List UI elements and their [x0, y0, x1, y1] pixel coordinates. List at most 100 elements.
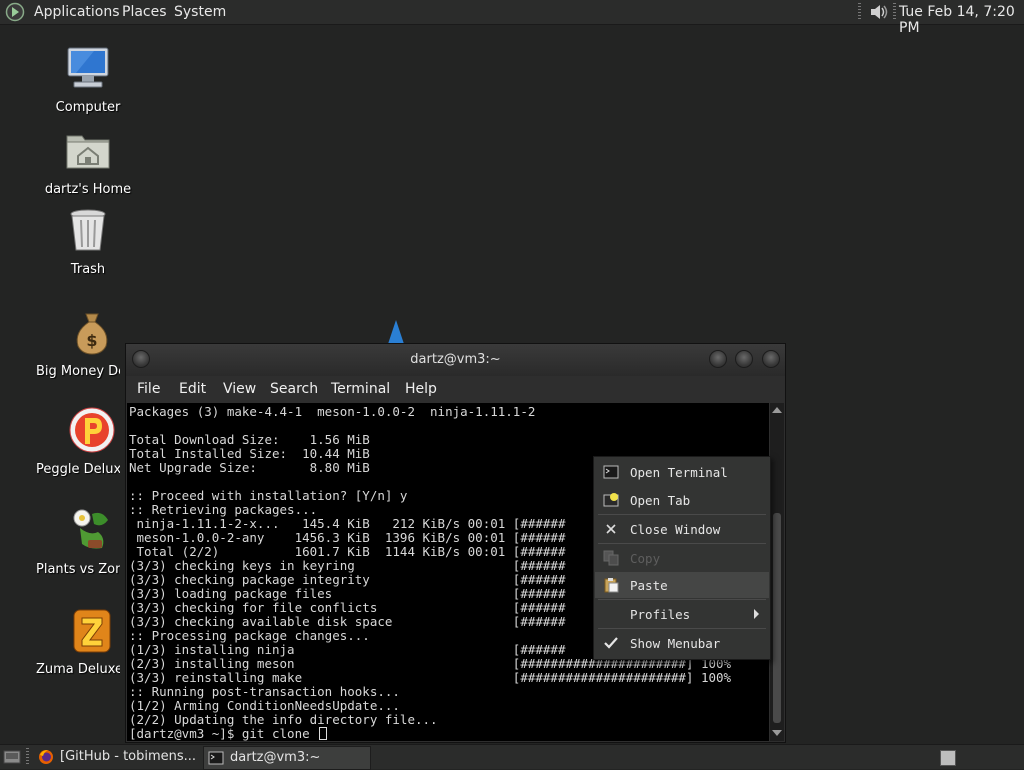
menu-item-label: Open Tab	[630, 493, 691, 508]
close-icon	[606, 524, 616, 534]
money-bag-icon: $	[76, 313, 108, 355]
panel-grip[interactable]	[26, 748, 29, 766]
menu-separator	[598, 514, 766, 515]
terminal-line: Total Download Size: 1.56 MiB	[129, 432, 370, 447]
trash-icon	[70, 209, 106, 251]
distro-logo-icon[interactable]	[5, 2, 25, 22]
menu-terminal[interactable]: Terminal	[331, 381, 390, 397]
terminal-line: (1/2) Arming ConditionNeedsUpdate...	[129, 698, 400, 713]
menu-item-paste[interactable]: Paste	[595, 572, 769, 598]
desktop-icon-label: Plants vs Zombies	[36, 562, 120, 577]
bottom-panel: [GitHub - tobimens... dartz@vm3:~	[0, 744, 1024, 770]
menu-edit[interactable]: Edit	[179, 381, 206, 397]
window-title: dartz@vm3:~	[410, 352, 501, 367]
desktop-icon-label: dartz's Home	[44, 182, 132, 197]
clock[interactable]: Tue Feb 14, 7:20 PM	[899, 4, 1024, 36]
zuma-icon	[73, 609, 111, 653]
text-cursor	[319, 727, 328, 740]
terminal-line: :: Proceed with installation? [Y/n] y	[129, 488, 408, 503]
menu-help[interactable]: Help	[405, 381, 437, 397]
terminal-line: (3/3) checking for file conflicts [#####…	[129, 600, 566, 615]
terminal-context-menu: Open Terminal Open Tab Close Window Copy…	[593, 456, 771, 660]
terminal-line: meson-1.0.0-2-any 1456.3 KiB 1396 KiB/s …	[129, 530, 566, 545]
desktop-icon-home[interactable]: dartz's Home	[28, 126, 148, 197]
plants-vs-zombies-icon	[73, 509, 108, 549]
terminal-line: :: Processing package changes...	[129, 628, 370, 643]
menu-separator	[598, 543, 766, 544]
desktop-icon-peggle[interactable]: Peggle Deluxe	[28, 406, 120, 477]
menu-search[interactable]: Search	[270, 381, 318, 397]
minimize-button[interactable]	[709, 350, 727, 368]
checkmark-icon	[604, 637, 618, 649]
desktop-icon-trash[interactable]: Trash	[28, 206, 148, 277]
terminal-scrollbar[interactable]	[770, 403, 784, 741]
task-terminal[interactable]: dartz@vm3:~	[203, 746, 371, 770]
top-panel: Applications Places System Tue Feb 14, 7…	[0, 0, 1024, 36]
new-tab-icon	[603, 493, 619, 507]
scroll-up-arrow-icon[interactable]	[772, 407, 782, 413]
menu-item-copy[interactable]: Copy	[595, 545, 769, 571]
menu-item-label: Copy	[630, 551, 661, 566]
menu-item-close-window[interactable]: Close Window	[595, 516, 769, 542]
workspace-switcher-icon[interactable]	[940, 750, 956, 766]
menu-item-open-tab[interactable]: Open Tab	[595, 487, 769, 513]
menu-item-label: Paste	[630, 578, 668, 593]
system-menu[interactable]: System	[174, 4, 226, 20]
terminal-menubar: File Edit View Search Terminal Help	[126, 376, 785, 403]
desktop-icon-label: Peggle Deluxe	[36, 462, 120, 477]
task-firefox[interactable]: [GitHub - tobimens...	[34, 746, 200, 768]
terminal-line: Total (2/2) 1601.7 KiB 1144 KiB/s 00:01 …	[129, 544, 566, 559]
terminal-line: (3/3) checking available disk space [###…	[129, 614, 566, 629]
terminal-line: Net Upgrade Size: 8.80 MiB	[129, 460, 370, 475]
desktop-icon-label: Big Money Deluxe	[36, 364, 120, 379]
menu-view[interactable]: View	[223, 381, 256, 397]
copy-icon	[603, 550, 619, 566]
terminal-prompt: [dartz@vm3 ~]$ git clone	[129, 726, 318, 741]
scroll-down-arrow-icon[interactable]	[772, 730, 782, 736]
terminal-line: Packages (3) make-4.4-1 meson-1.0.0-2 ni…	[129, 404, 536, 419]
submenu-arrow-icon	[754, 609, 759, 619]
maximize-button[interactable]	[735, 350, 753, 368]
places-menu[interactable]: Places	[122, 4, 167, 20]
scrollbar-thumb[interactable]	[773, 513, 781, 723]
menu-file[interactable]: File	[137, 381, 160, 397]
volume-icon[interactable]	[868, 2, 890, 22]
desktop-icon-label: Computer	[55, 100, 121, 115]
menu-item-show-menubar[interactable]: Show Menubar	[595, 630, 769, 656]
terminal-line: (3/3) reinstalling make [###############…	[129, 670, 732, 685]
desktop-icon-plants-vs-zombies[interactable]: Plants vs Zombies	[28, 506, 120, 577]
applications-menu[interactable]: Applications	[34, 4, 120, 20]
desktop-icon-label: Trash	[70, 262, 106, 277]
menu-item-label: Open Terminal	[630, 465, 728, 480]
terminal-line: (3/3) loading package files [######	[129, 586, 566, 601]
terminal-line: (3/3) checking keys in keyring [######	[129, 558, 566, 573]
task-label: [GitHub - tobimens...	[60, 749, 197, 764]
peggle-icon	[69, 407, 115, 453]
computer-icon	[67, 47, 109, 88]
terminal-line: :: Retrieving packages...	[129, 502, 318, 517]
panel-grip[interactable]	[858, 3, 861, 21]
menu-item-label: Profiles	[630, 607, 691, 622]
terminal-line: (1/3) installing ninja [######	[129, 642, 566, 657]
paste-icon	[604, 578, 619, 593]
menu-item-label: Show Menubar	[630, 636, 721, 651]
menu-item-open-terminal[interactable]: Open Terminal	[595, 459, 769, 485]
show-desktop-icon[interactable]	[3, 749, 21, 765]
desktop-icon-label: Zuma Deluxe	[36, 662, 120, 677]
home-folder-icon	[66, 135, 110, 169]
terminal-line: :: Running post-transaction hooks...	[129, 684, 400, 699]
menu-item-label: Close Window	[630, 522, 721, 537]
mouse-pointer-icon	[388, 320, 404, 344]
desktop-icon-computer[interactable]: Computer	[28, 44, 148, 115]
terminal-prompt-line[interactable]: [dartz@vm3 ~]$ git clone	[129, 726, 328, 741]
panel-grip[interactable]	[893, 3, 896, 21]
terminal-icon	[208, 751, 224, 765]
terminal-line: (2/2) Updating the info directory file..…	[129, 712, 438, 727]
close-button[interactable]	[762, 350, 780, 368]
menu-item-profiles[interactable]: Profiles	[595, 601, 769, 627]
terminal-icon	[603, 465, 619, 479]
window-titlebar[interactable]: dartz@vm3:~	[126, 344, 785, 376]
desktop-icon-zuma[interactable]: Zuma Deluxe	[28, 606, 120, 677]
desktop-icon-big-money[interactable]: $ Big Money Deluxe	[28, 308, 120, 379]
firefox-icon	[39, 750, 53, 764]
